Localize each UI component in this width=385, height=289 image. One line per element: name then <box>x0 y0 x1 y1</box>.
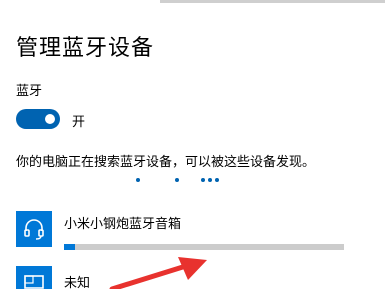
progress-fill <box>64 244 76 250</box>
window-edge <box>160 0 385 3</box>
progress-dot <box>208 178 212 182</box>
progress-dot <box>201 178 205 182</box>
toggle-knob <box>45 114 55 124</box>
bluetooth-toggle-state: 开 <box>72 115 86 130</box>
monitor-icon <box>16 266 52 289</box>
bluetooth-label: 蓝牙 <box>16 84 43 99</box>
device-name: 小米小钢炮蓝牙音箱 <box>64 217 182 232</box>
progress-dot <box>136 178 140 182</box>
discovery-status-text: 你的电脑正在搜索蓝牙设备，可以被这些设备发现。 <box>16 155 316 170</box>
manage-bluetooth-page: 管理蓝牙设备 蓝牙 开 你的电脑正在搜索蓝牙设备，可以被这些设备发现。 小米小钢… <box>0 0 385 289</box>
headset-icon <box>16 211 52 247</box>
page-title: 管理蓝牙设备 <box>16 36 155 61</box>
device-name: 未知 <box>64 276 91 289</box>
bluetooth-toggle[interactable] <box>16 109 60 129</box>
pairing-progress-bar <box>64 244 344 250</box>
progress-dot <box>175 178 179 182</box>
progress-dot <box>215 178 219 182</box>
